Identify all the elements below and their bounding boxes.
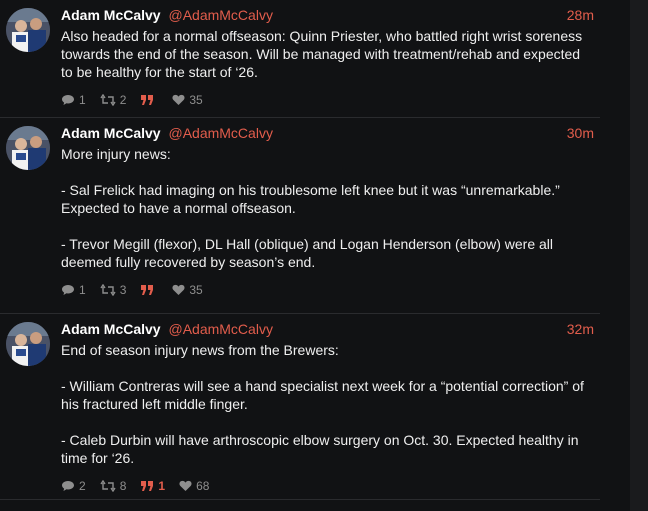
retweet-count: 2 (119, 93, 127, 107)
speech-bubble-icon (62, 285, 74, 295)
avatar[interactable] (6, 322, 50, 366)
author-handle[interactable]: @AdamMcCalvy (168, 125, 272, 141)
like-count: 68 (196, 479, 210, 493)
like-button[interactable]: 35 (172, 93, 203, 107)
author-name[interactable]: Adam McCalvy (61, 125, 161, 141)
retweet-icon (100, 94, 116, 106)
quote-icon (141, 95, 154, 105)
reply-count: 2 (79, 479, 86, 493)
like-count: 35 (189, 93, 203, 107)
author-handle[interactable]: @AdamMcCalvy (168, 7, 272, 23)
quote-icon (141, 285, 154, 295)
author-handle[interactable]: @AdamMcCalvy (168, 321, 272, 337)
heart-icon (172, 284, 185, 295)
quote-icon (141, 481, 154, 491)
tweet-text: More injury news: - Sal Frelick had imag… (61, 146, 560, 270)
like-button[interactable]: 68 (179, 479, 209, 493)
retweet-count: 3 (119, 283, 127, 297)
retweet-button[interactable]: 8 (100, 479, 127, 493)
retweet-button[interactable]: 2 (100, 93, 127, 107)
avatar[interactable] (6, 8, 50, 52)
retweet-icon (100, 480, 116, 492)
speech-bubble-icon (62, 95, 74, 105)
avatar[interactable] (6, 126, 50, 170)
heart-icon (172, 94, 185, 105)
tweet-text: Also headed for a normal offseason: Quin… (61, 28, 583, 80)
like-count: 35 (189, 283, 203, 297)
tweet[interactable]: Adam McCalvy @AdamMcCalvy 32m End of sea… (0, 314, 600, 500)
tweet-actions: 1 2 35 (61, 91, 600, 109)
tweet-feed: Adam McCalvy @AdamMcCalvy 28m Also heade… (0, 0, 630, 511)
heart-icon (179, 480, 192, 491)
timestamp[interactable]: 32m (567, 320, 594, 338)
timestamp[interactable]: 28m (567, 6, 594, 24)
tweet-text: End of season injury news from the Brewe… (61, 342, 584, 466)
tweet-actions: 2 8 1 68 (61, 477, 600, 495)
tweet[interactable]: Adam McCalvy @AdamMcCalvy 30m More injur… (0, 118, 600, 314)
like-button[interactable]: 35 (172, 283, 203, 297)
scrollbar[interactable] (630, 0, 648, 511)
retweet-count: 8 (119, 479, 127, 493)
quote-count: 1 (158, 479, 166, 493)
reply-button[interactable]: 1 (61, 283, 86, 297)
speech-bubble-icon (62, 481, 74, 491)
reply-button[interactable]: 1 (61, 93, 86, 107)
reply-count: 1 (79, 283, 86, 297)
tweet-actions: 1 3 35 (61, 281, 600, 299)
reply-button[interactable]: 2 (61, 479, 86, 493)
quote-button[interactable] (140, 94, 158, 106)
retweet-button[interactable]: 3 (100, 283, 127, 297)
timestamp[interactable]: 30m (567, 124, 594, 142)
reply-count: 1 (79, 93, 86, 107)
quote-button[interactable] (140, 284, 158, 296)
author-name[interactable]: Adam McCalvy (61, 7, 161, 23)
tweet[interactable]: Adam McCalvy @AdamMcCalvy 28m Also heade… (0, 0, 600, 118)
retweet-icon (100, 284, 116, 296)
author-name[interactable]: Adam McCalvy (61, 321, 161, 337)
quote-button[interactable]: 1 (140, 479, 165, 493)
